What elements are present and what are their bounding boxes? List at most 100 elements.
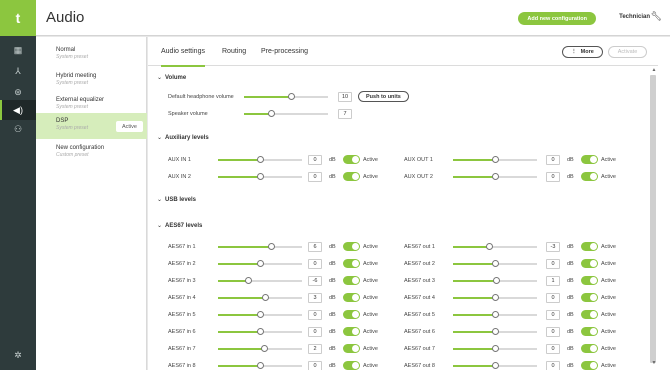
level-value-aux-in-2[interactable]: 0 — [308, 172, 322, 182]
level-value-aes67-out-4[interactable]: 0 — [546, 293, 560, 303]
level-value-aes67-in-7[interactable]: 2 — [308, 344, 322, 354]
wrench-icon[interactable]: 🔧︎ — [651, 11, 662, 22]
slider-handle[interactable] — [268, 110, 276, 117]
slider-handle[interactable] — [256, 328, 264, 335]
slider-handle[interactable] — [491, 311, 499, 318]
active-toggle-aes67-in-1[interactable] — [343, 242, 360, 251]
users-icon[interactable]: ⚇ — [0, 119, 36, 139]
active-toggle-aes67-out-6[interactable] — [581, 327, 598, 336]
level-value-aes67-in-4[interactable]: 3 — [308, 293, 322, 303]
level-value-aes67-out-6[interactable]: 0 — [546, 327, 560, 337]
level-slider-aes67-out-3[interactable] — [453, 277, 537, 284]
slider-handle[interactable] — [256, 260, 264, 267]
level-value-aes67-out-7[interactable]: 0 — [546, 344, 560, 354]
active-toggle-aes67-out-4[interactable] — [581, 293, 598, 302]
active-toggle-aes67-out-3[interactable] — [581, 276, 598, 285]
slider-handle[interactable] — [491, 294, 499, 301]
tab-pre-processing[interactable]: Pre-processing — [261, 37, 308, 66]
speaker-volume-slider[interactable] — [244, 110, 328, 117]
level-slider-aes67-out-8[interactable] — [453, 362, 537, 369]
level-slider-aux-in-2[interactable] — [218, 173, 302, 180]
slider-handle[interactable] — [493, 277, 501, 284]
user-role-label[interactable]: Technician — [619, 14, 650, 20]
slider-handle[interactable] — [256, 362, 264, 369]
aux-section-toggle[interactable]: ⌄ Auxiliary levels — [157, 134, 209, 141]
dashboard-icon[interactable]: ▦ — [0, 40, 36, 60]
tab-routing[interactable]: Routing — [222, 37, 246, 66]
slider-handle[interactable] — [491, 173, 499, 180]
active-toggle-aux-in-2[interactable] — [343, 172, 360, 181]
level-slider-aes67-in-8[interactable] — [218, 362, 302, 369]
preset-item-active[interactable]: DSP System preset Active — [36, 113, 147, 139]
aes67-section-toggle[interactable]: ⌄ AES67 levels — [157, 222, 202, 229]
slider-handle[interactable] — [260, 345, 268, 352]
level-value-aux-in-1[interactable]: 0 — [308, 155, 322, 165]
level-slider-aes67-in-7[interactable] — [218, 345, 302, 352]
volume-section-toggle[interactable]: ⌄ Volume — [157, 74, 186, 81]
level-value-aes67-out-5[interactable]: 0 — [546, 310, 560, 320]
active-toggle-aux-in-1[interactable] — [343, 155, 360, 164]
broadcast-icon[interactable]: ⊛ — [0, 82, 36, 102]
slider-handle[interactable] — [256, 311, 264, 318]
active-toggle-aux-out-2[interactable] — [581, 172, 598, 181]
level-value-aes67-in-6[interactable]: 0 — [308, 327, 322, 337]
headphone-volume-value[interactable]: 10 — [338, 92, 352, 102]
audio-icon[interactable]: ◀) — [0, 100, 36, 120]
slider-handle[interactable] — [256, 156, 264, 163]
level-slider-aes67-out-7[interactable] — [453, 345, 537, 352]
level-value-aes67-out-1[interactable]: -3 — [546, 242, 560, 252]
level-value-aes67-in-8[interactable]: 0 — [308, 361, 322, 370]
slider-handle[interactable] — [491, 156, 499, 163]
slider-handle[interactable] — [262, 294, 270, 301]
scroll-down-icon[interactable]: ▼ — [650, 360, 658, 366]
level-slider-aux-out-2[interactable] — [453, 173, 537, 180]
active-toggle-aes67-in-3[interactable] — [343, 276, 360, 285]
active-toggle-aes67-in-8[interactable] — [343, 361, 360, 370]
slider-handle[interactable] — [244, 277, 252, 284]
gear-icon[interactable]: ✲ — [0, 345, 36, 365]
active-toggle-aes67-in-2[interactable] — [343, 259, 360, 268]
active-toggle-aes67-out-8[interactable] — [581, 361, 598, 370]
level-value-aux-out-2[interactable]: 0 — [546, 172, 560, 182]
slider-handle[interactable] — [491, 260, 499, 267]
active-toggle-aux-out-1[interactable] — [581, 155, 598, 164]
level-value-aux-out-1[interactable]: 0 — [546, 155, 560, 165]
slider-handle[interactable] — [491, 362, 499, 369]
level-slider-aes67-out-5[interactable] — [453, 311, 537, 318]
headphone-volume-slider[interactable] — [244, 93, 328, 100]
active-toggle-aes67-in-7[interactable] — [343, 344, 360, 353]
level-slider-aux-out-1[interactable] — [453, 156, 537, 163]
tab-audio-settings[interactable]: Audio settings — [161, 37, 205, 67]
app-logo[interactable]: t — [0, 0, 36, 36]
level-slider-aes67-in-6[interactable] — [218, 328, 302, 335]
level-slider-aes67-out-4[interactable] — [453, 294, 537, 301]
level-value-aes67-out-3[interactable]: 1 — [546, 276, 560, 286]
active-toggle-aes67-in-6[interactable] — [343, 327, 360, 336]
level-value-aes67-in-5[interactable]: 0 — [308, 310, 322, 320]
more-button[interactable]: ⋮ More — [562, 46, 603, 58]
usb-section-toggle[interactable]: ⌄ USB levels — [157, 196, 196, 203]
network-icon[interactable]: ⅄ — [0, 61, 36, 81]
speaker-volume-value[interactable]: 7 — [338, 109, 352, 119]
active-toggle-aes67-in-4[interactable] — [343, 293, 360, 302]
active-toggle-aes67-out-7[interactable] — [581, 344, 598, 353]
level-value-aes67-out-8[interactable]: 0 — [546, 361, 560, 370]
level-slider-aes67-out-2[interactable] — [453, 260, 537, 267]
level-slider-aes67-in-4[interactable] — [218, 294, 302, 301]
level-value-aes67-in-2[interactable]: 0 — [308, 259, 322, 269]
slider-handle[interactable] — [491, 345, 499, 352]
slider-handle[interactable] — [268, 243, 276, 250]
active-toggle-aes67-out-1[interactable] — [581, 242, 598, 251]
level-slider-aes67-out-1[interactable] — [453, 243, 537, 250]
level-slider-aes67-out-6[interactable] — [453, 328, 537, 335]
scrollbar-thumb[interactable] — [650, 75, 656, 363]
level-value-aes67-in-1[interactable]: 6 — [308, 242, 322, 252]
add-configuration-button[interactable]: Add new configuration — [518, 12, 596, 25]
slider-handle[interactable] — [256, 173, 264, 180]
level-slider-aes67-in-3[interactable] — [218, 277, 302, 284]
active-toggle-aes67-out-2[interactable] — [581, 259, 598, 268]
active-toggle-aes67-in-5[interactable] — [343, 310, 360, 319]
level-slider-aes67-in-1[interactable] — [218, 243, 302, 250]
level-slider-aes67-in-5[interactable] — [218, 311, 302, 318]
push-to-units-button[interactable]: Push to units — [358, 91, 409, 102]
